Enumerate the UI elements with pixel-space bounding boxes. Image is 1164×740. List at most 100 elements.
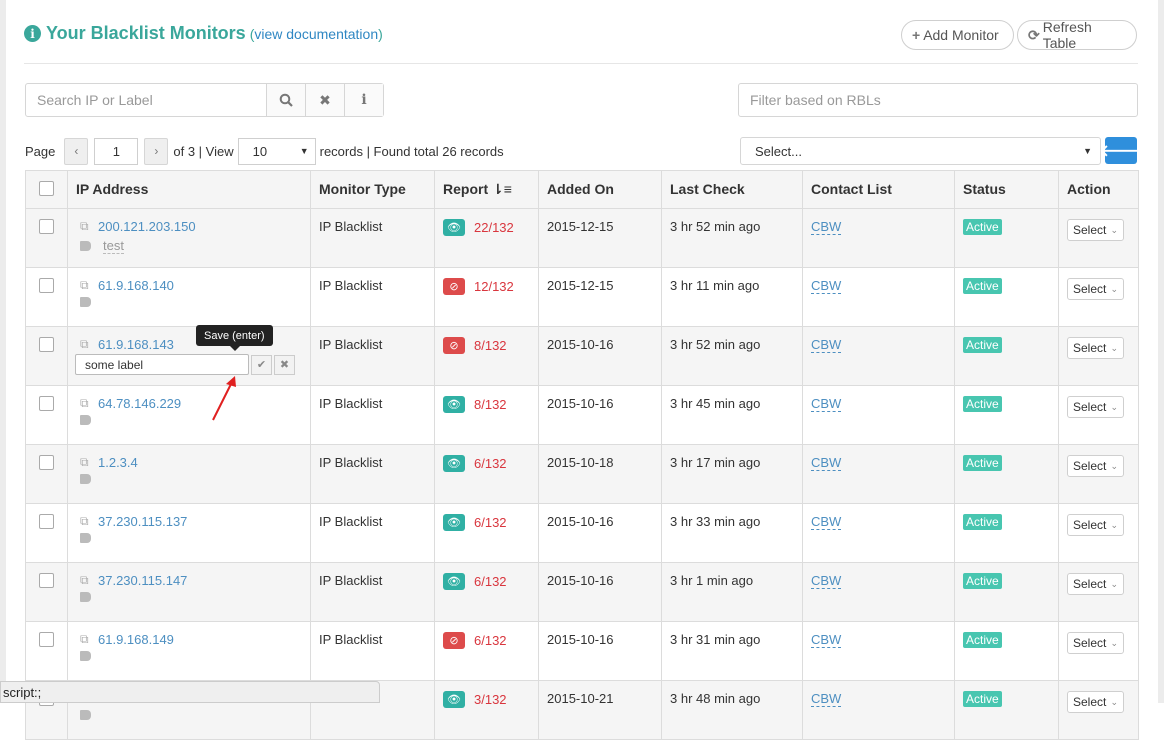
contact-list-link[interactable]: CBW <box>811 455 842 471</box>
cancel-label-button[interactable]: ✖ <box>274 354 295 375</box>
page-container: i Your Blacklist Monitors (view document… <box>24 0 1142 740</box>
added-on-cell: 2015-10-16 <box>538 326 662 386</box>
action-select[interactable]: Select ⌄ <box>1067 219 1124 241</box>
prev-page-button[interactable]: ‹ <box>64 137 89 165</box>
ip-link[interactable]: 37.230.115.137 <box>98 514 187 529</box>
tag-icon[interactable] <box>80 592 91 602</box>
eye-icon[interactable]: 👁 <box>443 219 465 236</box>
report-count[interactable]: 6/132 <box>474 456 507 471</box>
action-select[interactable]: Select ⌄ <box>1067 337 1124 359</box>
copy-icon[interactable]: ⧉ <box>80 278 98 293</box>
ip-link[interactable]: 37.230.115.147 <box>98 573 187 588</box>
copy-icon[interactable]: ⧉ <box>80 396 98 411</box>
action-select[interactable]: Select ⌄ <box>1067 514 1124 536</box>
ip-link[interactable]: 61.9.168.143 <box>98 337 174 352</box>
report-count[interactable]: 3/132 <box>474 692 507 707</box>
select-all-checkbox[interactable] <box>39 181 54 196</box>
tag-icon[interactable] <box>80 297 91 307</box>
col-added-on[interactable]: Added On <box>538 170 662 209</box>
eye-slash-icon[interactable]: ⊘ <box>443 632 465 649</box>
next-page-button[interactable]: › <box>144 137 169 165</box>
search-input[interactable]: Search IP or Label <box>26 84 266 116</box>
table-row: ⧉ 61.9.168.143 some label ✔ ✖ IP Blacklist ⊘ 8/… <box>25 326 1139 386</box>
copy-icon[interactable]: ⧉ <box>80 219 98 234</box>
report-count[interactable]: 6/132 <box>474 633 507 648</box>
eye-icon[interactable]: 👁 <box>443 455 465 472</box>
report-count[interactable]: 6/132 <box>474 574 507 589</box>
action-select[interactable]: Select ⌄ <box>1067 573 1124 595</box>
row-checkbox[interactable] <box>39 455 54 470</box>
ip-link[interactable]: 200.121.203.150 <box>98 219 196 234</box>
action-select[interactable]: Select ⌄ <box>1067 455 1124 477</box>
copy-icon[interactable]: ⧉ <box>80 632 98 647</box>
rbl-filter-input[interactable]: Filter based on RBLs <box>738 83 1138 117</box>
search-info-button[interactable]: i <box>344 84 383 116</box>
row-checkbox[interactable] <box>39 514 54 529</box>
action-select[interactable]: Select ⌄ <box>1067 632 1124 654</box>
eye-icon[interactable]: 👁 <box>443 396 465 413</box>
contact-list-link[interactable]: CBW <box>811 514 842 530</box>
report-count[interactable]: 22/132 <box>474 220 514 235</box>
back-button[interactable]: 🡐 <box>1100 137 1142 164</box>
eye-icon[interactable]: 👁 <box>443 691 465 708</box>
contact-list-link[interactable]: CBW <box>811 691 842 707</box>
eye-slash-icon[interactable]: ⊘ <box>443 278 465 295</box>
add-monitor-button[interactable]: + Add Monitor <box>901 20 1014 50</box>
clear-search-button[interactable]: ✖ <box>305 84 344 116</box>
report-count[interactable]: 12/132 <box>474 279 514 294</box>
refresh-table-button[interactable]: ⟳ Refresh Table <box>1017 19 1137 51</box>
page-number-input[interactable]: 1 <box>94 137 139 165</box>
row-checkbox[interactable] <box>39 396 54 411</box>
row-checkbox[interactable] <box>39 278 54 293</box>
tag-icon[interactable] <box>80 474 91 484</box>
tag-icon[interactable] <box>80 533 91 543</box>
save-label-button[interactable]: ✔ <box>251 354 272 375</box>
eye-slash-icon[interactable]: ⊘ <box>443 337 465 354</box>
row-checkbox[interactable] <box>39 573 54 588</box>
contact-list-link[interactable]: CBW <box>811 337 842 353</box>
contact-list-link[interactable]: CBW <box>811 573 842 589</box>
col-ip-address[interactable]: IP Address <box>67 170 311 209</box>
report-count[interactable]: 6/132 <box>474 515 507 530</box>
tag-icon[interactable] <box>80 415 91 425</box>
ip-link[interactable]: 1.2.3.4 <box>98 455 138 470</box>
rbl-select[interactable]: Select... ▼ <box>740 137 1101 165</box>
row-checkbox[interactable] <box>39 337 54 352</box>
ip-link[interactable]: 61.9.168.149 <box>98 632 174 647</box>
eye-icon[interactable]: 👁 <box>443 573 465 590</box>
contact-list-link[interactable]: CBW <box>811 396 842 412</box>
contact-list-link[interactable]: CBW <box>811 632 842 648</box>
ip-label[interactable]: test <box>103 238 124 254</box>
copy-icon[interactable]: ⧉ <box>80 455 98 470</box>
ip-link[interactable]: 61.9.168.140 <box>98 278 174 293</box>
tag-icon[interactable] <box>80 710 91 720</box>
ip-line: ⧉ 61.9.168.149 <box>76 632 302 647</box>
last-check-cell: 3 hr 17 min ago <box>661 444 803 504</box>
tag-icon[interactable] <box>80 241 91 251</box>
col-monitor-type[interactable]: Monitor Type <box>310 170 435 209</box>
action-select[interactable]: Select ⌄ <box>1067 278 1124 300</box>
row-checkbox[interactable] <box>39 632 54 647</box>
report-count[interactable]: 8/132 <box>474 338 507 353</box>
col-status[interactable]: Status <box>954 170 1059 209</box>
ip-link[interactable]: 64.78.146.229 <box>98 396 181 411</box>
col-contact-list[interactable]: Contact List <box>802 170 955 209</box>
eye-icon[interactable]: 👁 <box>443 514 465 531</box>
row-checkbox[interactable] <box>39 219 54 234</box>
col-report[interactable]: Report ⇂≡ <box>434 170 539 209</box>
action-select[interactable]: Select ⌄ <box>1067 691 1124 713</box>
contact-list-link[interactable]: CBW <box>811 219 842 235</box>
copy-icon[interactable]: ⧉ <box>80 514 98 529</box>
search-button[interactable] <box>266 84 305 116</box>
col-last-check[interactable]: Last Check <box>661 170 803 209</box>
copy-icon[interactable]: ⧉ <box>80 573 98 588</box>
report-count[interactable]: 8/132 <box>474 397 507 412</box>
label-edit-input[interactable]: some label <box>75 354 249 375</box>
tag-line <box>80 710 302 720</box>
view-documentation-link[interactable]: view documentation <box>254 26 378 42</box>
tag-icon[interactable] <box>80 651 91 661</box>
copy-icon[interactable]: ⧉ <box>80 337 98 352</box>
action-select[interactable]: Select ⌄ <box>1067 396 1124 418</box>
contact-list-link[interactable]: CBW <box>811 278 842 294</box>
records-per-page-select[interactable]: 10 ▼ <box>237 137 316 165</box>
